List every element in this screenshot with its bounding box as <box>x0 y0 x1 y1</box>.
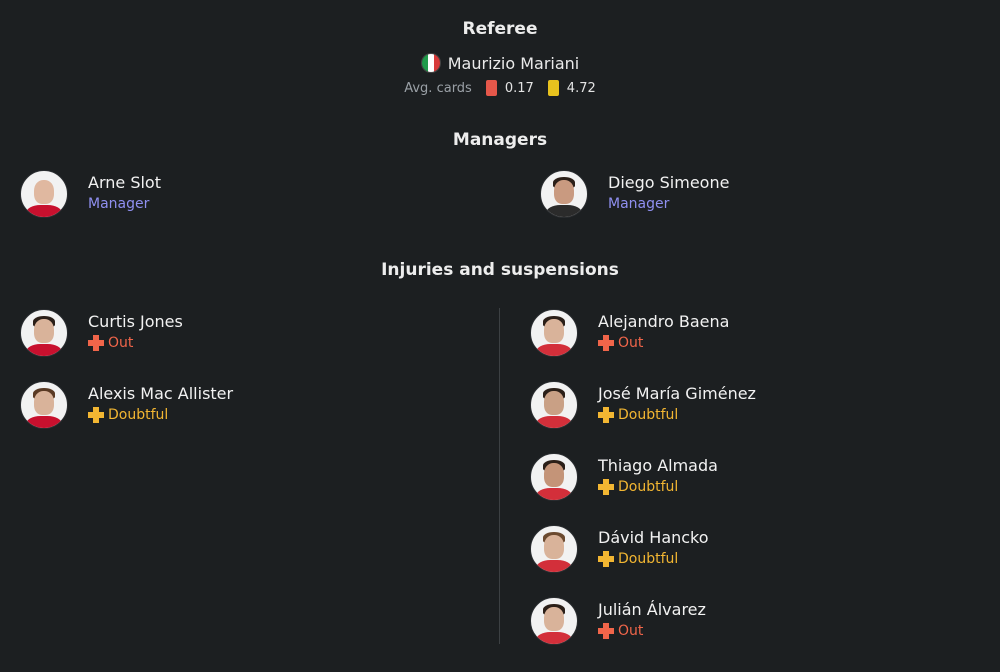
injury-doubtful-icon <box>598 407 614 423</box>
injury-status: Doubtful <box>108 407 169 423</box>
red-card-icon <box>485 80 497 96</box>
manager-role: Manager <box>608 196 670 212</box>
red-card-average: 0.17 <box>504 80 534 96</box>
player-name: Julián Álvarez <box>598 600 706 619</box>
manager-away[interactable]: Diego Simeone Manager <box>540 170 729 218</box>
player-name: Thiago Almada <box>598 456 718 475</box>
player-name: José María Giménez <box>598 384 756 403</box>
referee-title: Referee <box>462 19 538 39</box>
injury-doubtful-icon <box>598 479 614 495</box>
injury-doubtful-icon <box>598 551 614 567</box>
player-name: Alexis Mac Allister <box>88 384 234 403</box>
injury-status: Out <box>618 335 644 351</box>
player-name: Dávid Hancko <box>598 528 709 547</box>
avatar <box>530 309 578 357</box>
injury-out-icon <box>88 335 104 351</box>
injury-status: Doubtful <box>618 407 679 423</box>
avatar <box>530 381 578 429</box>
manager-role: Manager <box>88 196 150 212</box>
manager-home[interactable]: Arne Slot Manager <box>20 170 161 218</box>
injury-list-item[interactable]: Julián Álvarez Out <box>530 597 706 645</box>
injury-status: Out <box>618 623 644 639</box>
avatar <box>20 381 68 429</box>
managers-title: Managers <box>452 130 548 150</box>
player-name: Curtis Jones <box>88 312 183 331</box>
player-name: Alejandro Baena <box>598 312 730 331</box>
avatar <box>540 170 588 218</box>
column-divider <box>499 308 500 644</box>
avatar <box>530 453 578 501</box>
injury-list-item[interactable]: Alexis Mac Allister Doubtful <box>20 381 233 429</box>
avg-cards-label: Avg. cards <box>404 80 472 96</box>
injury-list-item[interactable]: Thiago Almada Doubtful <box>530 453 718 501</box>
injury-status: Doubtful <box>618 551 679 567</box>
manager-name: Diego Simeone <box>608 173 730 192</box>
injury-doubtful-icon <box>88 407 104 423</box>
injury-out-icon <box>598 623 614 639</box>
referee-name: Maurizio Mariani <box>447 53 580 73</box>
injury-out-icon <box>598 335 614 351</box>
avatar <box>20 309 68 357</box>
injury-list-item[interactable]: Alejandro Baena Out <box>530 309 729 357</box>
referee-name-row[interactable]: Maurizio Mariani <box>0 52 1000 74</box>
injury-list-item[interactable]: José María Giménez Doubtful <box>530 381 756 429</box>
avatar <box>530 525 578 573</box>
referee-avg-cards: Avg. cards 0.17 4.72 <box>0 78 1000 98</box>
yellow-card-icon <box>547 80 559 96</box>
injury-status: Out <box>108 335 134 351</box>
yellow-card-average: 4.72 <box>566 80 596 96</box>
injuries-title: Injuries and suspensions <box>381 260 619 280</box>
manager-name: Arne Slot <box>88 173 161 192</box>
injury-status: Doubtful <box>618 479 679 495</box>
avatar <box>530 597 578 645</box>
injury-list-item[interactable]: Dávid Hancko Doubtful <box>530 525 709 573</box>
italy-flag-icon <box>420 53 441 73</box>
avatar <box>20 170 68 218</box>
injury-list-item[interactable]: Curtis Jones Out <box>20 309 183 357</box>
